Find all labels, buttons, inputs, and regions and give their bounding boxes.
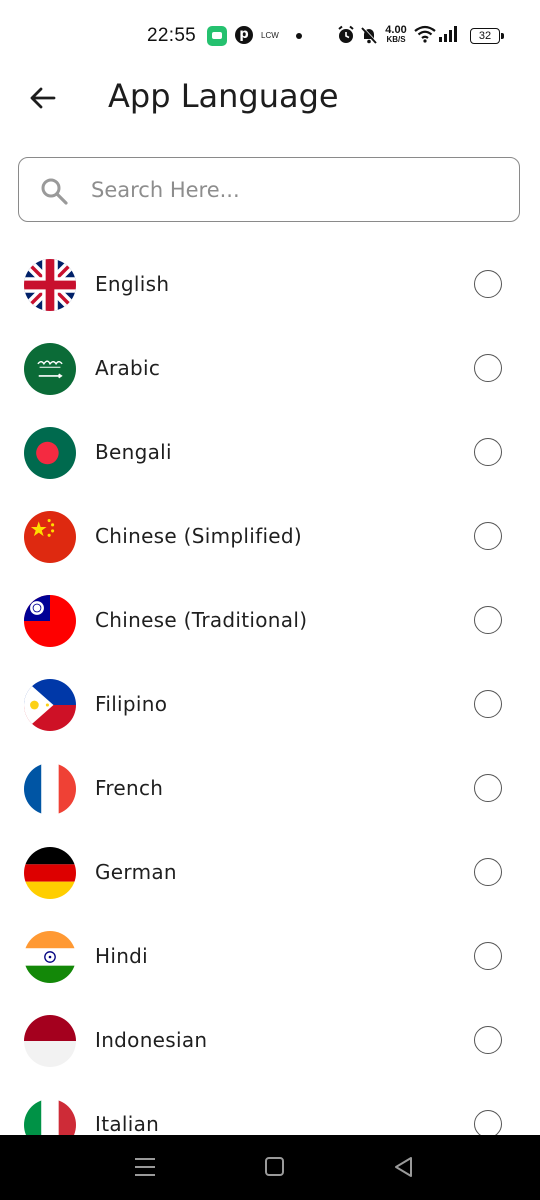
france-flag-icon — [24, 763, 76, 815]
search-input[interactable] — [89, 168, 493, 212]
app-bar: App Language — [0, 70, 540, 126]
language-label: French — [95, 776, 164, 800]
network-speed-value: 4.00 — [385, 24, 407, 36]
mute-bell-icon — [361, 26, 378, 44]
radio-button-english[interactable] — [474, 270, 502, 298]
indonesia-flag-icon — [24, 1015, 76, 1067]
network-speed: 4.00 KB/S — [382, 25, 410, 45]
india-flag-icon — [24, 931, 76, 983]
radio-button-chinese-traditional[interactable] — [474, 606, 502, 634]
language-label: Chinese (Traditional) — [95, 608, 308, 632]
language-item-italian[interactable]: Italian — [0, 1083, 540, 1135]
language-label: Filipino — [95, 692, 168, 716]
radio-button-german[interactable] — [474, 858, 502, 886]
alarm-icon — [338, 25, 354, 43]
pinterest-notification-icon: p — [235, 26, 253, 44]
language-item-french[interactable]: French — [0, 747, 540, 831]
radio-button-french[interactable] — [474, 774, 502, 802]
language-label: Indonesian — [95, 1028, 208, 1052]
language-label: English — [95, 272, 170, 296]
language-label: Arabic — [95, 356, 161, 380]
status-time: 22:55 — [147, 25, 197, 46]
language-item-chinese-traditional[interactable]: Chinese (Traditional) — [0, 579, 540, 663]
back-button[interactable] — [22, 78, 62, 118]
philippines-flag-icon — [24, 679, 76, 731]
search-box[interactable] — [18, 157, 520, 222]
battery-indicator: 32 — [470, 28, 504, 44]
status-bar: 22:55 p LCW 4.00 KB/S 32 — [0, 0, 540, 70]
signal-icon — [439, 26, 457, 42]
radio-button-hindi[interactable] — [474, 942, 502, 970]
saudi-flag-icon — [24, 343, 76, 395]
language-label: Chinese (Simplified) — [95, 524, 303, 548]
back-triangle-icon[interactable] — [393, 1155, 415, 1179]
network-speed-unit: KB/S — [386, 35, 406, 44]
language-item-filipino[interactable]: Filipino — [0, 663, 540, 747]
germany-flag-icon — [24, 847, 76, 899]
language-label: German — [95, 860, 177, 884]
radio-button-italian[interactable] — [474, 1110, 502, 1135]
italy-flag-icon — [24, 1099, 76, 1135]
bangladesh-flag-icon — [24, 427, 76, 479]
arrow-left-icon — [30, 87, 56, 109]
more-notifications-dot-icon — [296, 33, 302, 39]
search-icon — [41, 178, 68, 205]
language-label: Bengali — [95, 440, 172, 464]
radio-button-bengali[interactable] — [474, 438, 502, 466]
system-navigation-bar — [0, 1135, 540, 1200]
menu-icon[interactable] — [134, 1155, 156, 1179]
wifi-icon — [414, 25, 436, 43]
language-item-hindi[interactable]: Hindi — [0, 915, 540, 999]
radio-button-arabic[interactable] — [474, 354, 502, 382]
language-item-chinese-simplified[interactable]: Chinese (Simplified) — [0, 495, 540, 579]
radio-button-chinese-simplified[interactable] — [474, 522, 502, 550]
language-item-indonesian[interactable]: Indonesian — [0, 999, 540, 1083]
language-item-german[interactable]: German — [0, 831, 540, 915]
language-list: English Arabic Bengali Chinese (Simplifi… — [0, 243, 540, 1135]
language-item-bengali[interactable]: Bengali — [0, 411, 540, 495]
taiwan-flag-icon — [24, 595, 76, 647]
language-label: Hindi — [95, 944, 149, 968]
home-square-icon[interactable] — [264, 1155, 286, 1179]
radio-button-filipino[interactable] — [474, 690, 502, 718]
language-item-arabic[interactable]: Arabic — [0, 327, 540, 411]
lcw-notification-label: LCW — [261, 31, 279, 40]
china-flag-icon — [24, 511, 76, 563]
language-item-english[interactable]: English — [0, 243, 540, 327]
language-label: Italian — [95, 1112, 160, 1135]
uk-flag-icon — [24, 259, 76, 311]
page-title: App Language — [108, 77, 339, 115]
chat-notification-icon — [207, 26, 227, 46]
radio-button-indonesian[interactable] — [474, 1026, 502, 1054]
